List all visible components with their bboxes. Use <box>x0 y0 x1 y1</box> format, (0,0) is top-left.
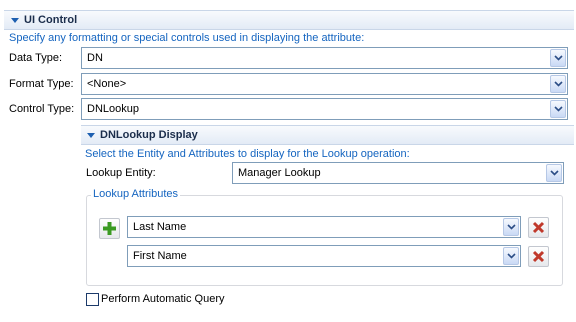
format-type-dropdown-button[interactable] <box>550 75 566 93</box>
format-type-label: Format Type: <box>9 78 74 90</box>
data-type-value: DN <box>87 52 103 64</box>
data-type-label: Data Type: <box>9 52 62 64</box>
chevron-down-icon <box>550 170 559 176</box>
ui-control-section-header[interactable]: UI Control <box>4 10 574 30</box>
lookup-entity-dropdown-button[interactable] <box>546 164 562 182</box>
lookup-attribute-select-2[interactable]: First Name <box>127 245 521 267</box>
ui-control-section-title: UI Control <box>24 14 78 26</box>
control-type-dropdown-button[interactable] <box>550 100 566 118</box>
chevron-down-icon <box>554 106 563 112</box>
dnlookup-display-description: Select the Entity and Attributes to disp… <box>85 148 410 160</box>
lookup-entity-label: Lookup Entity: <box>86 167 156 179</box>
remove-attribute-button-2[interactable] <box>528 246 549 267</box>
dnlookup-display-section-title: DNLookup Display <box>100 129 198 141</box>
format-type-select[interactable]: <None> <box>81 73 568 95</box>
lookup-attributes-group <box>86 195 563 286</box>
lookup-attribute-value-2: First Name <box>133 250 187 262</box>
chevron-down-icon <box>554 55 563 61</box>
data-type-select[interactable]: DN <box>81 47 568 69</box>
lookup-attribute-dropdown-button-1[interactable] <box>503 218 519 236</box>
green-plus-icon <box>103 222 116 235</box>
ui-control-description: Specify any formatting or special contro… <box>9 32 365 44</box>
lookup-entity-select[interactable]: Manager Lookup <box>232 162 564 184</box>
chevron-down-icon <box>554 81 563 87</box>
lookup-attributes-title: Lookup Attributes <box>91 188 181 200</box>
remove-attribute-button-1[interactable] <box>528 217 549 238</box>
lookup-attribute-dropdown-button-2[interactable] <box>503 247 519 265</box>
dnlookup-display-section-header[interactable]: DNLookup Display <box>81 125 574 145</box>
data-type-dropdown-button[interactable] <box>550 49 566 67</box>
lookup-attribute-value-1: Last Name <box>133 221 187 233</box>
control-type-select[interactable]: DNLookup <box>81 98 568 120</box>
control-type-value: DNLookup <box>87 103 139 115</box>
triangle-down-icon[interactable] <box>11 18 19 23</box>
add-attribute-button[interactable] <box>99 218 120 239</box>
lookup-attribute-select-1[interactable]: Last Name <box>127 216 521 238</box>
chevron-down-icon <box>507 253 516 259</box>
control-type-label: Control Type: <box>9 103 75 115</box>
red-x-icon <box>532 250 545 263</box>
perform-automatic-query-label: Perform Automatic Query <box>101 293 225 305</box>
perform-automatic-query-checkbox[interactable] <box>86 293 99 306</box>
format-type-value: <None> <box>87 78 127 90</box>
chevron-down-icon <box>507 224 516 230</box>
triangle-down-icon[interactable] <box>87 133 95 138</box>
red-x-icon <box>532 221 545 234</box>
lookup-entity-value: Manager Lookup <box>238 167 321 179</box>
